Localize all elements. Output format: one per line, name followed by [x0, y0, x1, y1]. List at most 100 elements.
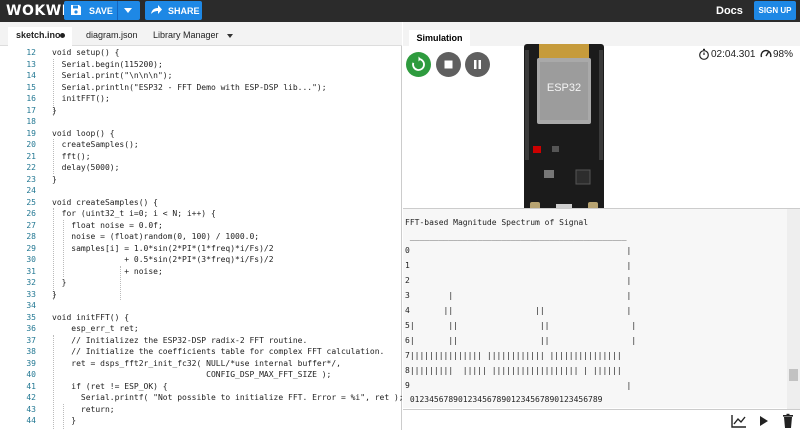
serial-line: 2 | — [405, 276, 632, 285]
code-text: return; — [52, 404, 115, 414]
line-number: 12 — [26, 48, 36, 57]
line-number: 40 — [26, 370, 36, 379]
code-line[interactable]: 20 createSamples(); — [0, 139, 402, 151]
pin-headers-right — [599, 50, 603, 160]
code-line[interactable]: 32 } — [0, 277, 402, 289]
line-number: 22 — [26, 163, 36, 172]
docs-link[interactable]: Docs — [716, 5, 743, 17]
code-text: + noise; — [52, 266, 163, 276]
code-line[interactable]: 29 samples[i] = 1.0*sin(2*PI*(1*freq)*i/… — [0, 243, 402, 255]
wokwi-logo[interactable]: WOKWI — [6, 3, 67, 19]
code-line[interactable]: 17} — [0, 105, 402, 117]
code-line[interactable]: 36 esp_err_t ret; — [0, 323, 402, 335]
code-line[interactable]: 34 — [0, 300, 402, 312]
code-line[interactable]: 25 void createSamples() { — [0, 197, 402, 209]
serial-line: 3 | | — [405, 291, 632, 300]
code-text: ret = dsps_fft2r_init_fc32( NULL/*use in… — [52, 358, 341, 368]
serial-line: 0 | — [405, 246, 632, 255]
serial-line: 7||||||||||||||| |||||||||||| ||||||||||… — [405, 351, 622, 360]
line-number: 33 — [26, 289, 36, 299]
code-text: fft(); — [52, 151, 91, 161]
code-line[interactable]: 44 } — [0, 415, 402, 427]
tab-library-manager[interactable]: Library Manager — [145, 27, 227, 46]
serial-line: 9 | — [405, 381, 632, 390]
code-text: + 0.5*sin(2*PI*(3*freq)*i/Fs)/2 — [52, 255, 274, 264]
code-line[interactable]: 43 return; — [0, 404, 402, 416]
trash-icon[interactable] — [778, 412, 798, 430]
line-number: 16 — [26, 94, 36, 103]
stop-button[interactable] — [436, 52, 461, 77]
play-icon[interactable] — [753, 412, 773, 430]
line-number: 42 — [26, 393, 36, 402]
esp32-devkit-board[interactable]: ESP32 — [524, 44, 604, 216]
code-line[interactable]: 31 + noise; — [0, 266, 402, 278]
save-button[interactable]: SAVE — [64, 1, 140, 20]
sign-up-button[interactable]: SIGN UP — [754, 1, 796, 20]
code-text: void loop() { — [52, 128, 115, 138]
line-number: 43 — [26, 404, 36, 414]
code-text: // Initializez the ESP32-DSP radix-2 FFT… — [52, 335, 308, 345]
line-number: 39 — [26, 358, 36, 368]
serial-line: 1 | — [405, 261, 632, 270]
tab-diagram-json[interactable]: diagram.json — [78, 27, 146, 46]
code-line[interactable]: 22 delay(5000); — [0, 162, 402, 174]
line-number: 26 — [26, 209, 36, 218]
code-text: noise = (float)random(0, 100) / 1000.0; — [52, 232, 260, 241]
code-line[interactable]: 28 noise = (float)random(0, 100) / 1000.… — [0, 231, 402, 243]
code-line[interactable]: 23} — [0, 174, 402, 186]
tab-sketch-ino[interactable]: sketch.ino — [8, 27, 72, 46]
line-number: 35 — [26, 312, 36, 322]
code-line[interactable]: 35 void initFFT() { — [0, 312, 402, 324]
line-number: 44 — [26, 416, 36, 425]
serial-line: 0123456789012345678901234567890123456789 — [405, 395, 603, 404]
code-text: } — [52, 105, 57, 115]
top-bar: WOKWI SAVE SHARE Docs SIGN UP — [0, 0, 800, 22]
code-line[interactable]: 13 Serial.begin(115200); — [0, 59, 402, 71]
code-text: // Initialize the coefficients table for… — [52, 347, 385, 356]
code-line[interactable]: 39 ret = dsps_fft2r_init_fc32( NULL/*use… — [0, 358, 402, 370]
code-line[interactable]: 21 fft(); — [0, 151, 402, 163]
code-line[interactable]: 38 // Initialize the coefficients table … — [0, 346, 402, 358]
code-line[interactable]: 42 Serial.printf( "Not possible to initi… — [0, 392, 402, 404]
code-line[interactable]: 14 Serial.print("\n\n\n"); — [0, 70, 402, 82]
serial-line: FFT-based Magnitude Spectrum of Signal — [405, 218, 589, 227]
pause-icon — [474, 60, 481, 69]
code-area[interactable]: 12 void setup() {13 Serial.begin(115200);… — [0, 47, 402, 430]
elapsed-time: 02:04.301 — [711, 49, 756, 60]
code-line[interactable]: 26 for (uint32_t i=0; i < N; i++) { — [0, 208, 402, 220]
unsaved-dot-icon — [60, 33, 65, 38]
code-line[interactable]: 24 — [0, 185, 402, 197]
line-number: 24 — [26, 186, 36, 195]
code-line[interactable]: 37 // Initializez the ESP32-DSP radix-2 … — [0, 335, 402, 347]
line-number: 32 — [26, 278, 36, 287]
code-text: Serial.print("\n\n\n"); — [52, 71, 173, 80]
antenna-trace — [539, 44, 589, 58]
tab-simulation[interactable]: Simulation — [409, 30, 470, 46]
serial-scrollbar-thumb[interactable] — [789, 369, 798, 381]
code-line[interactable]: 40 CONFIG_DSP_MAX_FFT_SIZE ); — [0, 369, 402, 381]
line-number: 15 — [26, 82, 36, 92]
code-text: esp_err_t ret; — [52, 324, 139, 333]
pause-button[interactable] — [465, 52, 490, 77]
save-dropdown-icon[interactable] — [124, 8, 132, 13]
code-line[interactable]: 30 + 0.5*sin(2*PI*(3*freq)*i/Fs)/2 — [0, 254, 402, 266]
code-line[interactable]: 16 initFFT(); — [0, 93, 402, 105]
code-text: initFFT(); — [52, 94, 110, 103]
line-number: 13 — [26, 59, 36, 69]
line-number: 31 — [26, 266, 36, 276]
code-line[interactable]: 33} — [0, 289, 402, 301]
restart-button[interactable] — [406, 52, 431, 77]
line-number: 17 — [26, 105, 36, 115]
code-line[interactable]: 15 Serial.println("ESP32 - FFT Demo with… — [0, 82, 402, 94]
code-line[interactable]: 19 void loop() { — [0, 128, 402, 140]
line-number: 41 — [26, 381, 36, 391]
code-text: for (uint32_t i=0; i < N; i++) { — [52, 209, 216, 218]
code-line[interactable]: 41 if (ret != ESP_OK) { — [0, 381, 402, 393]
code-line[interactable]: 18 — [0, 116, 402, 128]
serial-monitor-output[interactable]: FFT-based Magnitude Spectrum of Signal _… — [403, 208, 800, 409]
share-button[interactable]: SHARE — [145, 1, 202, 20]
code-line[interactable]: 12 void setup() { — [0, 47, 402, 59]
tabs-menu-icon[interactable] — [227, 34, 233, 38]
plotter-icon[interactable] — [729, 412, 749, 430]
code-line[interactable]: 27 float noise = 0.0f; — [0, 220, 402, 232]
